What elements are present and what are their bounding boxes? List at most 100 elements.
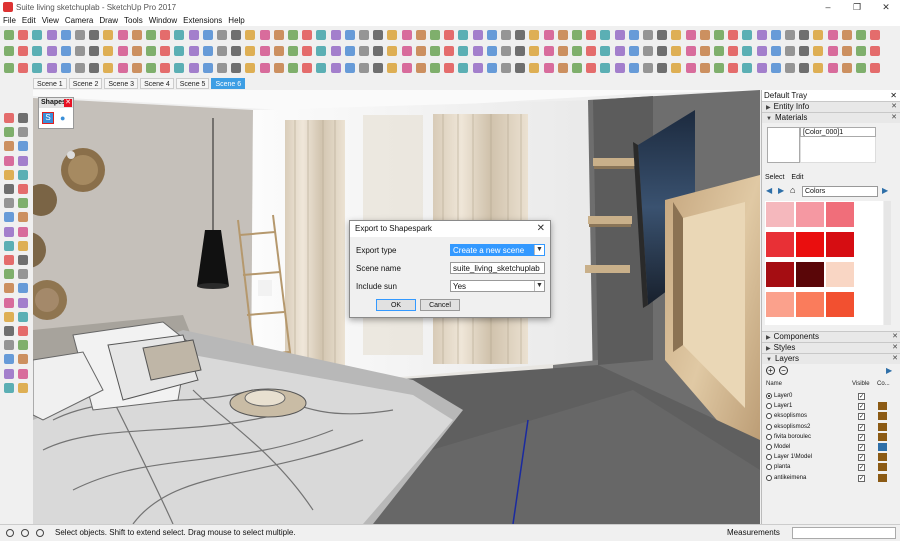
color-swatch[interactable] <box>766 202 794 227</box>
tool-icon[interactable] <box>4 269 14 280</box>
tool-icon[interactable] <box>32 30 43 40</box>
tab-scene-5[interactable]: Scene 5 <box>175 77 210 89</box>
tool-icon[interactable] <box>18 326 28 336</box>
tool-icon[interactable] <box>657 46 668 56</box>
delete-layer-icon[interactable]: − <box>779 366 788 375</box>
tool-icon[interactable] <box>444 46 455 56</box>
tool-icon[interactable] <box>600 63 611 73</box>
tool-icon[interactable] <box>60 63 71 73</box>
tool-icon[interactable] <box>543 63 554 73</box>
tool-icon[interactable] <box>714 63 724 73</box>
tab-scene-2[interactable]: Scene 2 <box>68 77 103 89</box>
visible-checkbox[interactable]: ✓ <box>858 454 865 462</box>
tool-icon[interactable] <box>841 30 852 40</box>
tool-icon[interactable] <box>359 46 369 56</box>
tool-icon[interactable] <box>529 63 540 73</box>
layer-color-swatch[interactable] <box>878 442 887 451</box>
tool-icon[interactable] <box>870 63 881 73</box>
details-icon[interactable]: ▶ <box>882 186 888 195</box>
layer-color-swatch[interactable] <box>878 463 887 472</box>
tool-icon[interactable] <box>628 46 639 56</box>
tab-scene-6[interactable]: Scene 6 <box>211 77 246 89</box>
visible-checkbox[interactable]: ✓ <box>858 413 865 421</box>
tool-icon[interactable] <box>444 63 455 73</box>
dialog-close-icon[interactable]: ✕ <box>537 223 545 234</box>
menu-edit[interactable]: Edit <box>22 16 36 25</box>
tool-icon[interactable] <box>117 63 128 73</box>
measurements-input[interactable] <box>792 527 896 539</box>
tool-icon[interactable] <box>302 63 313 73</box>
tool-icon[interactable] <box>46 63 57 73</box>
tool-icon[interactable] <box>32 63 43 73</box>
tool-icon[interactable] <box>245 30 256 40</box>
back-icon[interactable]: ◀ <box>766 186 772 195</box>
tool-icon[interactable] <box>245 63 256 73</box>
tool-icon[interactable] <box>131 46 142 56</box>
tool-icon[interactable] <box>89 46 100 56</box>
tool-icon[interactable] <box>472 63 483 73</box>
tool-icon[interactable] <box>75 30 85 40</box>
tool-icon[interactable] <box>415 30 426 40</box>
shapespark-export-icon[interactable]: S <box>42 112 54 124</box>
tool-icon[interactable] <box>515 46 526 56</box>
tool-icon[interactable] <box>628 30 639 40</box>
tool-icon[interactable] <box>18 354 28 365</box>
tool-icon[interactable] <box>103 46 114 56</box>
section-entity-info[interactable]: ▶ Entity Info ✕ <box>762 101 900 112</box>
tool-icon[interactable] <box>89 63 100 73</box>
tool-icon[interactable] <box>316 30 327 40</box>
tool-icon[interactable] <box>387 63 398 73</box>
tool-icon[interactable] <box>557 30 568 40</box>
tool-icon[interactable] <box>4 184 14 194</box>
tool-icon[interactable] <box>344 46 355 56</box>
tool-icon[interactable] <box>330 46 341 56</box>
tool-icon[interactable] <box>103 63 114 73</box>
layer-row[interactable]: Layer 1\Model ✓ <box>762 452 900 462</box>
details-icon[interactable]: ▶ <box>886 366 892 375</box>
tool-icon[interactable] <box>671 30 682 40</box>
layer-row[interactable]: fivita boroulec ✓ <box>762 432 900 442</box>
active-layer-radio[interactable] <box>766 403 772 410</box>
tool-icon[interactable] <box>685 63 696 73</box>
layer-row[interactable]: eksoplismos2 ✓ <box>762 422 900 432</box>
tool-icon[interactable] <box>770 46 781 56</box>
tool-icon[interactable] <box>586 30 597 40</box>
tool-icon[interactable] <box>401 46 412 56</box>
tool-icon[interactable] <box>146 30 156 40</box>
tool-icon[interactable] <box>856 46 866 56</box>
tool-icon[interactable] <box>4 311 14 322</box>
tool-icon[interactable] <box>4 240 14 251</box>
tool-icon[interactable] <box>770 30 781 40</box>
layer-row[interactable]: planta ✓ <box>762 462 900 472</box>
tool-icon[interactable] <box>785 46 795 56</box>
swatch-scrollbar[interactable] <box>884 201 891 325</box>
tool-icon[interactable] <box>231 46 242 56</box>
cancel-button[interactable]: Cancel <box>420 299 460 311</box>
layer-color-swatch[interactable] <box>878 422 887 431</box>
tool-icon[interactable] <box>18 184 28 194</box>
tool-icon[interactable] <box>785 30 795 40</box>
minimize-icon[interactable]: – <box>814 0 842 14</box>
tool-icon[interactable] <box>131 63 142 73</box>
tool-icon[interactable] <box>18 113 28 123</box>
color-swatch[interactable] <box>766 232 794 257</box>
tool-icon[interactable] <box>18 155 28 166</box>
tool-icon[interactable] <box>18 169 28 180</box>
tool-icon[interactable] <box>18 46 29 56</box>
tool-icon[interactable] <box>785 63 795 73</box>
tool-icon[interactable] <box>373 46 384 56</box>
tool-icon[interactable] <box>60 30 71 40</box>
tool-icon[interactable] <box>4 169 14 180</box>
tool-icon[interactable] <box>543 30 554 40</box>
tool-icon[interactable] <box>4 354 14 365</box>
color-swatch[interactable] <box>796 262 824 287</box>
visible-checkbox[interactable]: ✓ <box>858 393 865 400</box>
tool-icon[interactable] <box>756 30 767 40</box>
tool-icon[interactable] <box>316 63 327 73</box>
visible-checkbox[interactable]: ✓ <box>858 443 865 451</box>
section-layers[interactable]: ▼ Layers ✕ <box>762 353 900 364</box>
visible-checkbox[interactable]: ✓ <box>858 433 865 441</box>
tool-icon[interactable] <box>373 30 384 40</box>
tool-icon[interactable] <box>685 30 696 40</box>
tool-icon[interactable] <box>273 30 284 40</box>
